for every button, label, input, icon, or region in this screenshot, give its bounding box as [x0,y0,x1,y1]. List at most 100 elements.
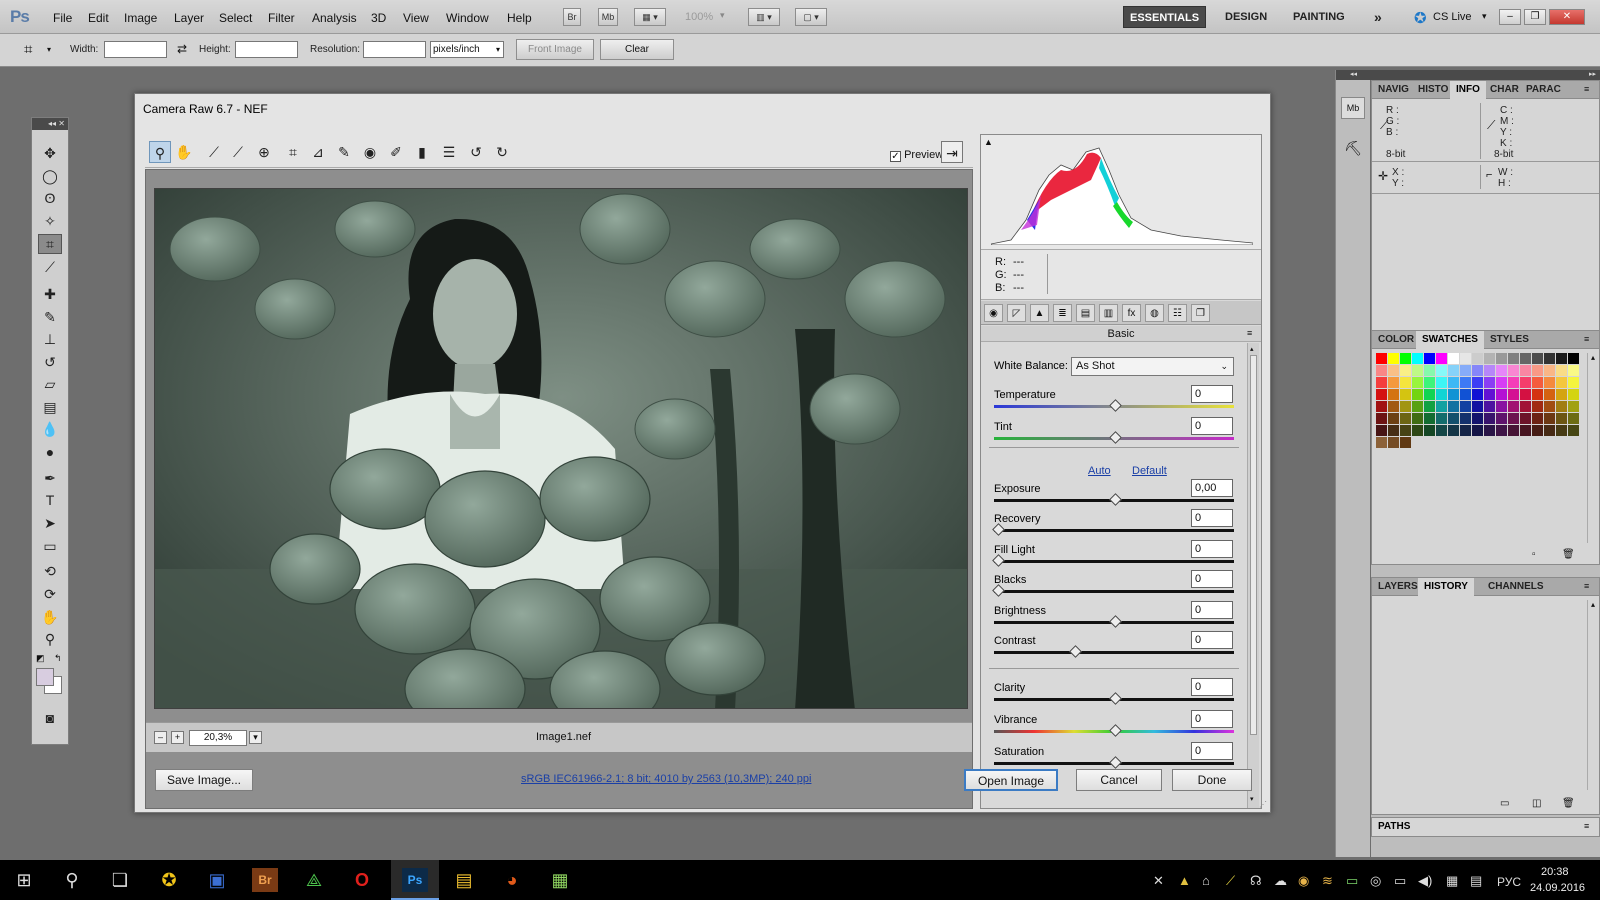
swatch[interactable] [1400,365,1411,376]
targeted-adjustment-tool-icon[interactable]: ⊕ [253,141,275,163]
swatch[interactable] [1400,437,1411,448]
swatch[interactable] [1448,389,1459,400]
swatch[interactable] [1460,389,1471,400]
tools-panel-header[interactable]: ◂◂ ✕ [32,118,68,130]
swatch[interactable] [1520,377,1531,388]
preview-checkbox[interactable]: ✓ [890,151,901,162]
swatch[interactable] [1532,389,1543,400]
swatch[interactable] [1424,425,1435,436]
menu-window[interactable]: Window [446,11,489,25]
tray-volume-icon[interactable]: ◀) [1418,873,1432,889]
swatch[interactable] [1388,401,1399,412]
swatch[interactable] [1412,413,1423,424]
red-eye-removal-tool-icon[interactable]: ◉ [359,141,381,163]
bridge-app-icon[interactable]: Br [252,868,278,892]
swatch[interactable] [1448,377,1459,388]
swatch[interactable] [1412,425,1423,436]
swatch[interactable] [1520,365,1531,376]
tone-curve-panel-icon[interactable]: ◸ [1007,304,1026,322]
swatch[interactable] [1400,353,1411,364]
swatch[interactable] [1484,389,1495,400]
new-snapshot-icon[interactable]: ◫ [1532,798,1541,809]
swatch[interactable] [1496,377,1507,388]
swap-dimensions-icon[interactable]: ⇄ [177,42,187,56]
swatch[interactable] [1544,425,1555,436]
marquee-tool-icon[interactable]: ◯ [38,166,62,186]
height-field[interactable] [235,41,298,58]
slider-thumb[interactable] [1109,431,1122,444]
swatch[interactable] [1376,437,1387,448]
swatch[interactable] [1400,401,1411,412]
swatch[interactable] [1388,377,1399,388]
minibridge-panel-icon[interactable]: Mb [1341,97,1365,119]
graduated-filter-icon[interactable]: ▮ [411,141,433,163]
fullscreen-toggle-icon[interactable]: ⇥ [941,141,963,163]
swatch[interactable] [1376,413,1387,424]
rectangle-tool-icon[interactable]: ▭ [38,536,62,556]
slider-value-field[interactable]: 0 [1191,385,1233,403]
default-link[interactable]: Default [1132,465,1167,477]
tray-headset-icon[interactable]: ☊ [1250,873,1262,889]
swatch[interactable] [1412,353,1423,364]
spot-removal-tool-icon[interactable]: ✎ [333,141,355,163]
swatch[interactable] [1412,377,1423,388]
swatch[interactable] [1520,425,1531,436]
swatch[interactable] [1400,389,1411,400]
slider-thumb[interactable] [1069,645,1083,658]
swatch[interactable] [1400,377,1411,388]
swatch[interactable] [1436,413,1447,424]
batman-app-icon[interactable]: ✪ [156,868,182,892]
gradient-tool-icon[interactable]: ▤ [38,397,62,417]
done-button[interactable]: Done [1172,769,1252,791]
swatch[interactable] [1448,425,1459,436]
swatch[interactable] [1568,353,1579,364]
menu-analysis[interactable]: Analysis [312,11,357,25]
width-field[interactable] [104,41,167,58]
view-extras-button[interactable]: ▦ ▾ [634,8,666,26]
swatch[interactable] [1472,365,1483,376]
slider-thumb[interactable] [992,554,1005,567]
swatch[interactable] [1568,425,1579,436]
swatch[interactable] [1424,353,1435,364]
cs-live-chevron-icon[interactable]: ▾ [1482,11,1487,22]
slider-value-field[interactable]: 0 [1191,601,1233,619]
swatch[interactable] [1400,425,1411,436]
pen-tool-icon[interactable]: ✒ [38,468,62,488]
swatch[interactable] [1376,425,1387,436]
swatch[interactable] [1496,425,1507,436]
menu-filter[interactable]: Filter [268,11,295,25]
zoom-level[interactable]: 100% [685,11,713,23]
swatches-grid[interactable] [1376,353,1579,448]
workspace-design[interactable]: DESIGN [1219,6,1273,28]
swatch[interactable] [1556,401,1567,412]
snapshots-panel-icon[interactable]: ❐ [1191,304,1210,322]
brush-tool-icon[interactable]: ✎ [38,307,62,327]
swatch[interactable] [1388,437,1399,448]
tray-wifi-icon[interactable]: ≋ [1322,873,1333,889]
tab-paragraph[interactable]: PARAC [1520,81,1567,99]
adjustments-scrollbar[interactable]: ▴ ▾ [1247,343,1259,808]
close-icon[interactable]: ✕ [1549,9,1585,25]
paths-menu-icon[interactable]: ≡ [1584,821,1589,831]
swatch[interactable] [1556,413,1567,424]
swatch[interactable] [1388,389,1399,400]
search-icon[interactable]: ⚲ [59,868,85,892]
swatch[interactable] [1484,377,1495,388]
swatch[interactable] [1376,401,1387,412]
healing-brush-tool-icon[interactable]: ✚ [38,284,62,304]
tab-layers[interactable]: LAYERS [1372,578,1424,596]
swatch[interactable] [1568,389,1579,400]
slider-thumb[interactable] [1109,692,1122,705]
swatch[interactable] [1496,389,1507,400]
swatch[interactable] [1376,389,1387,400]
swatch[interactable] [1448,365,1459,376]
swatch[interactable] [1532,353,1543,364]
resize-grip-icon[interactable]: ⋰ [1259,800,1267,809]
menu-file[interactable]: File [53,11,72,25]
workflow-options-link[interactable]: sRGB IEC61966-2.1; 8 bit; 4010 by 2563 (… [521,773,811,785]
slider-thumb[interactable] [1109,724,1122,737]
basic-panel-menu-icon[interactable]: ≡ [1247,328,1252,338]
tab-histogram[interactable]: HISTO [1412,81,1454,99]
swatch[interactable] [1484,413,1495,424]
swatch[interactable] [1472,389,1483,400]
